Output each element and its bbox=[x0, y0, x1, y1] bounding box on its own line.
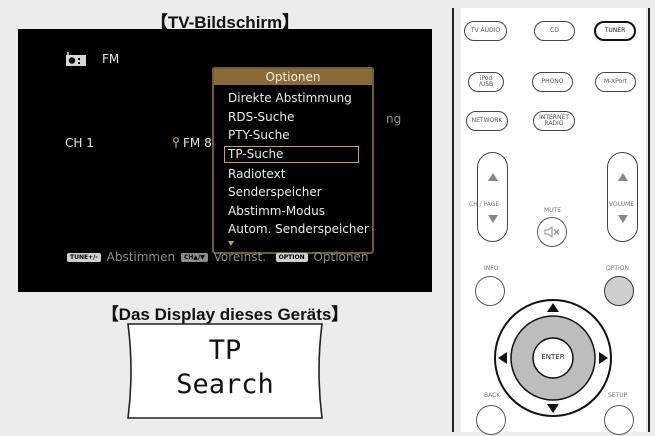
cd-button[interactable]: CD bbox=[534, 21, 575, 41]
up-arrow-icon bbox=[487, 173, 498, 181]
ipod-usb-button[interactable]: iPod /USB bbox=[468, 72, 504, 92]
menu-item-radiotext[interactable]: Radiotext bbox=[228, 165, 368, 184]
menu-item-preset-memory[interactable]: Senderspeicher bbox=[228, 183, 368, 202]
back-label: BACK bbox=[484, 392, 501, 399]
up-arrow-icon bbox=[617, 173, 628, 181]
menu-title: Optionen bbox=[214, 69, 372, 85]
remote-edge-right bbox=[648, 8, 650, 432]
mxport-button[interactable]: M-XPort bbox=[595, 72, 636, 92]
info-label: INFO bbox=[484, 265, 499, 272]
tune-key-badge: TUNE+/- bbox=[67, 253, 101, 262]
option-label: OPTION bbox=[606, 265, 629, 272]
volume-rocker bbox=[607, 152, 638, 242]
enter-button[interactable]: ENTER bbox=[533, 353, 573, 361]
option-hint: Optionen bbox=[313, 250, 369, 264]
back-button[interactable] bbox=[476, 405, 506, 435]
remote-edge-left bbox=[452, 8, 454, 432]
network-button[interactable]: NETWORK bbox=[466, 111, 508, 131]
menu-item-auto-preset[interactable]: Autom. Senderspeicher bbox=[228, 220, 369, 239]
mute-button[interactable] bbox=[537, 217, 567, 247]
down-arrow-icon bbox=[487, 215, 498, 223]
ch-up-button[interactable] bbox=[478, 155, 507, 199]
down-arrow-icon bbox=[617, 215, 628, 223]
partial-text: ng bbox=[386, 112, 402, 126]
menu-item-direct-tuning[interactable]: Direkte Abstimmung bbox=[228, 89, 368, 108]
key-hints: TUNE+/- Abstimmen CH▲/▼ Voreinst. OPTION… bbox=[65, 250, 368, 264]
display-line-2: Search bbox=[176, 369, 274, 400]
device-display-text: TP Search bbox=[120, 334, 330, 402]
ch-key-badge: CH▲/▼ bbox=[180, 253, 208, 262]
menu-item-tp-search[interactable]: TP-Suche bbox=[224, 145, 359, 163]
volume-up-button[interactable] bbox=[608, 155, 637, 199]
channel-label: CH 1 bbox=[65, 136, 94, 150]
source-label: FM bbox=[102, 52, 120, 66]
tune-hint: Abstimmen bbox=[106, 250, 176, 264]
internet-radio-button[interactable]: INTERNET RADIO bbox=[533, 111, 575, 131]
tv-screen: FM CH 1 FM 87 ng Optionen Direkte Abstim… bbox=[18, 29, 432, 292]
setup-button[interactable] bbox=[604, 405, 634, 435]
tuner-button[interactable]: TUNER bbox=[594, 21, 636, 41]
display-line-1: TP bbox=[208, 335, 242, 366]
tv-audio-button[interactable]: TV AUDIO bbox=[464, 21, 507, 41]
menu-item-rds-search[interactable]: RDS-Suche bbox=[228, 108, 368, 127]
preset-hint: Voreinst. bbox=[213, 250, 267, 264]
antenna-icon bbox=[173, 137, 179, 148]
mute-label: MUTE bbox=[544, 207, 562, 214]
volume-label: VOLUME bbox=[609, 201, 635, 208]
options-menu: Optionen Direkte Abstimmung RDS-Suche PT… bbox=[212, 67, 374, 254]
menu-item-pty-search[interactable]: PTY-Suche bbox=[228, 126, 368, 145]
ch-page-rocker bbox=[477, 152, 508, 242]
radio-icon bbox=[66, 52, 86, 66]
menu-item-tune-mode[interactable]: Abstimm-Modus bbox=[228, 202, 368, 221]
ch-page-label: CH / PAGE bbox=[469, 201, 500, 208]
setup-label: SETUP bbox=[608, 392, 628, 399]
mute-icon bbox=[544, 226, 560, 238]
option-key-badge: OPTION bbox=[275, 253, 308, 262]
phono-button[interactable]: PHONO bbox=[532, 72, 573, 92]
scroll-down-icon bbox=[228, 241, 234, 246]
